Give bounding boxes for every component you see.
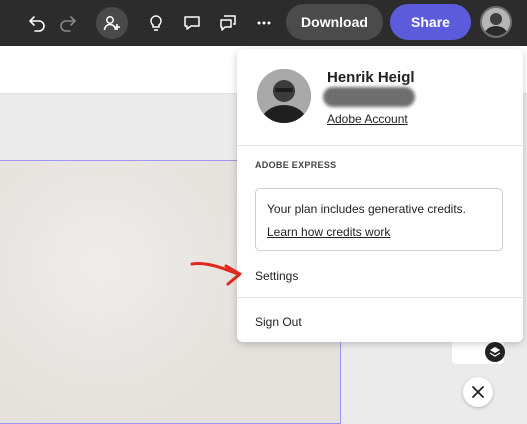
credits-text: Your plan includes generative credits. <box>267 202 467 216</box>
settings-menu-item[interactable]: Settings <box>255 269 298 283</box>
share-button[interactable]: Share <box>390 4 471 40</box>
annotation-arrow <box>190 258 250 293</box>
redo-icon[interactable] <box>52 7 84 39</box>
divider <box>237 297 523 298</box>
undo-icon[interactable] <box>21 7 53 39</box>
more-icon[interactable] <box>248 7 280 39</box>
avatar[interactable] <box>480 6 512 38</box>
redacted-email <box>323 87 415 107</box>
close-icon[interactable] <box>463 377 493 407</box>
top-toolbar: Download Share <box>0 0 527 46</box>
divider <box>237 145 523 146</box>
adobe-account-link[interactable]: Adobe Account <box>327 112 408 126</box>
download-button[interactable]: Download <box>286 4 383 40</box>
comment-icon[interactable] <box>176 7 208 39</box>
account-menu: Henrik Heigl Adobe Account ADOBE EXPRESS… <box>237 49 523 342</box>
comments-icon[interactable] <box>212 7 244 39</box>
credits-info-box: Your plan includes generative credits. L… <box>255 188 503 251</box>
learn-credits-link[interactable]: Learn how credits work <box>267 225 390 239</box>
section-title: ADOBE EXPRESS <box>255 160 337 170</box>
user-name: Henrik Heigl <box>327 69 415 86</box>
sign-out-menu-item[interactable]: Sign Out <box>255 315 302 329</box>
lightbulb-icon[interactable] <box>140 7 172 39</box>
layers-icon[interactable] <box>485 342 505 362</box>
add-person-icon[interactable] <box>96 7 128 39</box>
profile-photo <box>257 69 311 123</box>
